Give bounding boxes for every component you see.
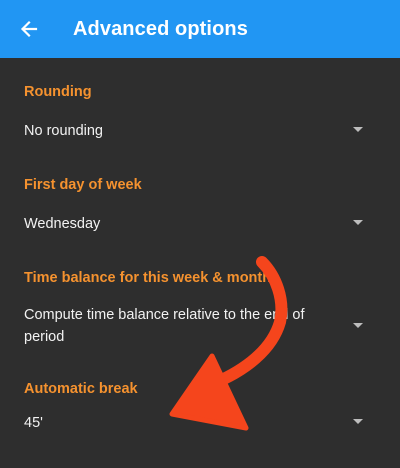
time-balance-label: Time balance for this week & month bbox=[24, 270, 272, 286]
automatic-break-value: 45' bbox=[24, 415, 43, 431]
app-bar: Advanced options bbox=[0, 0, 400, 58]
dropdown-arrow-icon bbox=[353, 220, 363, 225]
first-day-of-week-value: Wednesday bbox=[24, 216, 101, 232]
first-day-of-week-select[interactable]: Wednesday bbox=[0, 203, 400, 243]
page-title: Advanced options bbox=[73, 17, 248, 40]
dropdown-arrow-icon bbox=[353, 419, 363, 424]
rounding-select[interactable]: No rounding bbox=[0, 110, 400, 150]
back-button[interactable] bbox=[0, 0, 58, 58]
rounding-value: No rounding bbox=[24, 123, 103, 139]
time-balance-value: Compute time balance relative to the end… bbox=[24, 307, 305, 345]
dropdown-arrow-icon bbox=[353, 323, 363, 328]
arrow-left-icon bbox=[20, 20, 38, 38]
first-day-of-week-label: First day of week bbox=[24, 177, 142, 193]
automatic-break-label: Automatic break bbox=[24, 381, 138, 397]
rounding-label: Rounding bbox=[24, 84, 92, 100]
settings-list: Rounding No rounding First day of week W… bbox=[0, 58, 400, 468]
automatic-break-select[interactable]: 45' bbox=[0, 404, 400, 444]
dropdown-arrow-icon bbox=[353, 127, 363, 132]
time-balance-select[interactable]: Compute time balance relative to the end… bbox=[0, 298, 400, 358]
